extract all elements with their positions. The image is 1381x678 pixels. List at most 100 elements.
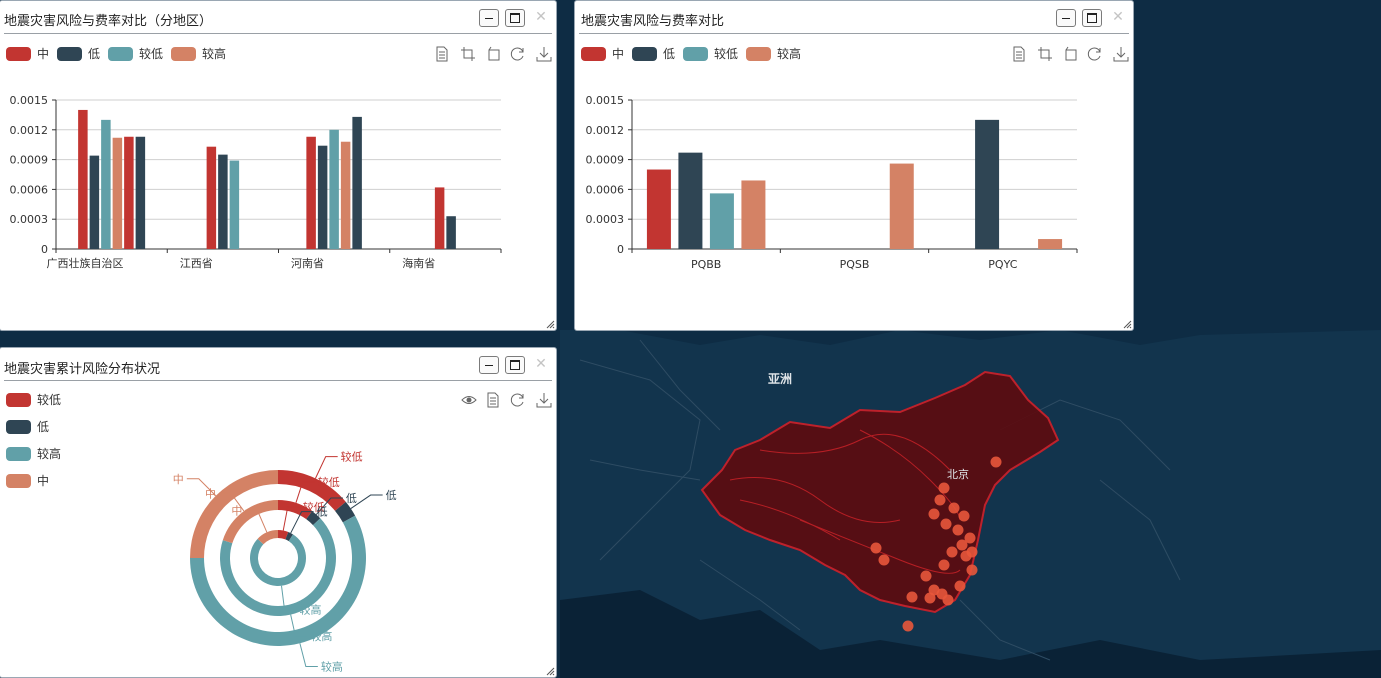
x-tick-label: PQBB bbox=[691, 258, 721, 271]
legend-item-di[interactable]: 低 bbox=[57, 45, 100, 62]
bar bbox=[135, 136, 146, 249]
bar bbox=[89, 155, 100, 249]
minimize-button[interactable] bbox=[479, 9, 499, 27]
y-tick-label: 0.0012 bbox=[586, 124, 625, 137]
zoom-reset-icon[interactable] bbox=[485, 46, 501, 62]
data-view-icon[interactable] bbox=[434, 46, 450, 62]
bar bbox=[646, 169, 671, 249]
resize-handle[interactable] bbox=[545, 319, 555, 329]
minimize-button[interactable] bbox=[1056, 9, 1076, 27]
panel-title: 地震灾害风险与费率对比（分地区） bbox=[4, 14, 213, 29]
resize-handle[interactable] bbox=[545, 666, 555, 676]
slice-label: 较高 bbox=[300, 603, 322, 617]
map-point bbox=[956, 539, 968, 551]
continent-label: 亚洲 bbox=[768, 372, 792, 386]
close-button[interactable]: ✕ bbox=[1110, 7, 1126, 27]
panel-region-rate-chart: 地震灾害风险与费率对比（分地区） ✕ 中 低 较低 较高 0 0.0003 0.00… bbox=[0, 0, 557, 331]
map-point bbox=[954, 580, 966, 592]
bar bbox=[229, 160, 240, 249]
chart-legend: 中 低 较低 较高 bbox=[581, 45, 809, 62]
bar bbox=[446, 216, 456, 249]
bar bbox=[709, 193, 734, 249]
map-point bbox=[940, 518, 952, 530]
panel-cumulative-risk: 地震灾害累计风险分布状况 ✕ 较低 低 较高 中 较低低较高中较低低较高中较低低… bbox=[0, 347, 557, 678]
y-tick-label: 0.0003 bbox=[586, 213, 625, 226]
zoom-icon[interactable] bbox=[1037, 46, 1053, 62]
map-point bbox=[928, 584, 940, 596]
slice-label: 低 bbox=[317, 506, 328, 519]
panel-header[interactable]: 地震灾害风险与费率对比 ✕ bbox=[575, 1, 1133, 35]
y-tick-label: 0.0015 bbox=[10, 94, 49, 107]
panel-title: 地震灾害风险与费率对比 bbox=[581, 14, 725, 29]
bar bbox=[218, 154, 228, 249]
x-tick-label: 江西省 bbox=[180, 257, 213, 270]
y-tick-label: 0.0012 bbox=[10, 124, 49, 137]
zoom-reset-icon[interactable] bbox=[1062, 46, 1078, 62]
slice-label: 低 bbox=[386, 489, 397, 502]
y-tick-label: 0.0015 bbox=[586, 94, 625, 107]
legend-item-di[interactable]: 低 bbox=[632, 45, 675, 62]
close-button[interactable]: ✕ bbox=[533, 7, 549, 27]
legend-item-jiaodi[interactable]: 较低 bbox=[683, 45, 738, 62]
y-tick-label: 0 bbox=[617, 243, 624, 256]
zoom-icon[interactable] bbox=[460, 46, 476, 62]
slice-label: 中 bbox=[205, 487, 216, 500]
x-tick-label: 广西壮族自治区 bbox=[47, 256, 124, 270]
y-tick-label: 0.0006 bbox=[10, 183, 49, 196]
slice-label: 较低 bbox=[318, 475, 340, 489]
y-tick-label: 0.0009 bbox=[586, 154, 625, 167]
x-tick-label: PQYC bbox=[988, 258, 1017, 271]
map-point bbox=[958, 510, 970, 522]
bar bbox=[741, 180, 766, 249]
map-point bbox=[902, 620, 914, 632]
bar bbox=[306, 136, 316, 249]
data-view-icon[interactable] bbox=[1011, 46, 1027, 62]
map-point bbox=[942, 594, 954, 606]
bar bbox=[101, 119, 111, 249]
download-icon[interactable] bbox=[1113, 46, 1129, 62]
panel-type-rate-chart: 地震灾害风险与费率对比 ✕ 中 低 较低 较高 0 0.0003 0.0006 0.0… bbox=[574, 0, 1134, 331]
legend-item-zhong[interactable]: 中 bbox=[6, 45, 49, 62]
x-tick-label: 海南省 bbox=[402, 256, 435, 270]
x-tick-label: PQSB bbox=[840, 258, 870, 271]
bar bbox=[678, 152, 703, 249]
maximize-button[interactable] bbox=[505, 9, 525, 27]
restore-icon[interactable] bbox=[510, 46, 526, 62]
slice-label: 中 bbox=[231, 504, 242, 517]
legend-item-jiaogao[interactable]: 较高 bbox=[171, 45, 226, 62]
donut-slice bbox=[250, 534, 306, 587]
maximize-button[interactable] bbox=[1082, 9, 1102, 27]
y-tick-label: 0.0009 bbox=[10, 154, 49, 167]
map-point bbox=[928, 508, 940, 520]
chart-legend: 中 低 较低 较高 bbox=[6, 45, 234, 62]
panel-header[interactable]: 地震灾害风险与费率对比（分地区） ✕ bbox=[0, 1, 556, 35]
map-point bbox=[934, 494, 946, 506]
y-tick-label: 0.0006 bbox=[586, 183, 625, 196]
map-point bbox=[870, 542, 882, 554]
slice-label: 较高 bbox=[321, 659, 343, 673]
legend-item-zhong[interactable]: 中 bbox=[581, 45, 624, 62]
map-point bbox=[990, 456, 1002, 468]
y-tick-label: 0.0003 bbox=[10, 213, 49, 226]
bar bbox=[1038, 239, 1063, 249]
bar bbox=[78, 109, 88, 249]
legend-item-jiaogao[interactable]: 较高 bbox=[746, 45, 801, 62]
map-point bbox=[946, 546, 958, 558]
slice-label: 较低 bbox=[341, 450, 363, 464]
bar bbox=[340, 141, 351, 249]
download-icon[interactable] bbox=[536, 46, 552, 62]
map-point bbox=[906, 591, 918, 603]
bar bbox=[889, 163, 914, 249]
slice-label: 低 bbox=[346, 492, 357, 505]
map-point bbox=[920, 570, 932, 582]
map-point bbox=[938, 559, 950, 571]
bar bbox=[112, 137, 123, 249]
y-tick-label: 0 bbox=[41, 243, 48, 256]
legend-item-jiaodi[interactable]: 较低 bbox=[108, 45, 163, 62]
type-bar-chart: 0 0.0003 0.0006 0.0009 0.0012 0.0015 PQBB PQSB P… bbox=[586, 94, 1078, 271]
slice-label: 中 bbox=[173, 473, 184, 486]
resize-handle[interactable] bbox=[1122, 319, 1132, 329]
bar bbox=[124, 136, 134, 249]
map-point bbox=[952, 524, 964, 536]
restore-icon[interactable] bbox=[1087, 46, 1103, 62]
